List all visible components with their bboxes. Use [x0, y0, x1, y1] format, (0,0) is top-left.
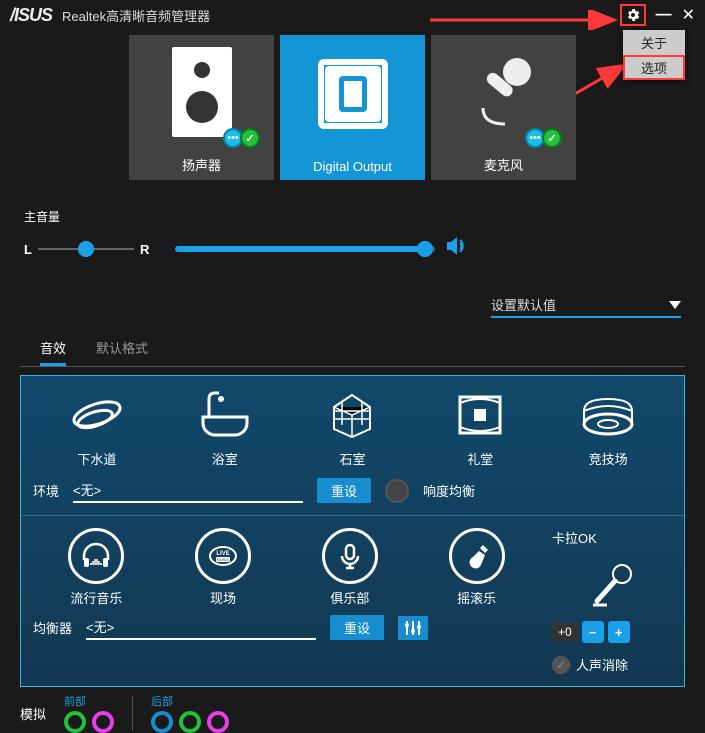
- check-icon: ✓: [240, 128, 260, 148]
- rear-port-blue[interactable]: [151, 711, 173, 733]
- hall-icon: [450, 388, 510, 443]
- env-stone-room[interactable]: 石室: [289, 388, 417, 468]
- env-item-label: 石室: [339, 449, 365, 468]
- eq-rock[interactable]: 摇滚乐: [413, 528, 540, 607]
- balance-slider[interactable]: [38, 248, 134, 250]
- digital-output-icon: [318, 59, 388, 129]
- eq-item-label: 摇滚乐: [457, 588, 496, 607]
- divider: [132, 696, 133, 730]
- sewer-icon: [67, 388, 127, 443]
- env-item-label: 竞技场: [589, 449, 628, 468]
- gear-icon: [625, 7, 641, 23]
- voice-cancel-label: 人声消除: [576, 655, 628, 674]
- eq-live[interactable]: LIVEMUSIC 现场: [160, 528, 287, 607]
- equalizer-dropdown[interactable]: <无>: [86, 615, 316, 640]
- env-dropdown-value: <无>: [73, 480, 101, 499]
- balance-left-label: L: [24, 242, 32, 257]
- front-ports-label: 前部: [64, 693, 114, 709]
- balance-right-label: R: [140, 242, 149, 257]
- rear-port-pink[interactable]: [207, 711, 229, 733]
- live-icon: LIVEMUSIC: [195, 528, 251, 584]
- env-item-label: 浴室: [212, 449, 238, 468]
- guitar-icon: [449, 528, 505, 584]
- equalizer-label: 均衡器: [33, 618, 72, 637]
- microphone-icon: [469, 52, 539, 132]
- tab-effects[interactable]: 音效: [40, 338, 66, 366]
- env-arena[interactable]: 竞技场: [544, 388, 672, 468]
- arena-icon: [578, 388, 638, 443]
- env-reset-button[interactable]: 重设: [317, 478, 371, 503]
- device-speakers[interactable]: ••• ✓ 扬声器: [129, 35, 274, 180]
- minimize-button[interactable]: —: [656, 6, 672, 24]
- env-sewer[interactable]: 下水道: [33, 388, 161, 468]
- chevron-down-icon: [669, 301, 681, 309]
- menu-options[interactable]: 选项: [623, 55, 685, 80]
- device-digital-output[interactable]: Digital Output: [280, 35, 425, 180]
- bathtub-icon: [195, 388, 255, 443]
- sliders-icon: [404, 620, 422, 636]
- stone-icon: [322, 388, 382, 443]
- device-digital-label: Digital Output: [313, 153, 392, 180]
- close-button[interactable]: ✕: [682, 5, 695, 25]
- speaker-icon: [172, 47, 232, 137]
- rear-ports-label: 后部: [151, 693, 229, 709]
- karaoke-minus-button[interactable]: −: [582, 621, 604, 643]
- voice-cancel-checkbox[interactable]: ✓: [552, 656, 570, 674]
- eq-pop[interactable]: 流行音乐: [33, 528, 160, 607]
- front-port-pink[interactable]: [92, 711, 114, 733]
- front-port-green[interactable]: [64, 711, 86, 733]
- settings-menu: 关于 选项: [623, 30, 685, 80]
- main-volume-label: 主音量: [24, 208, 684, 225]
- svg-text:MUSIC: MUSIC: [217, 557, 230, 562]
- karaoke-plus-button[interactable]: +: [608, 621, 630, 643]
- env-bathroom[interactable]: 浴室: [161, 388, 289, 468]
- environment-dropdown[interactable]: <无>: [73, 478, 303, 503]
- analog-label: 模拟: [20, 704, 46, 723]
- default-settings-dropdown[interactable]: 设置默认值: [491, 293, 681, 318]
- asus-logo: /ISUS: [10, 5, 52, 26]
- volume-slider[interactable]: [175, 246, 435, 252]
- environment-label: 环境: [33, 481, 59, 500]
- default-settings-label: 设置默认值: [491, 295, 556, 314]
- settings-button[interactable]: [620, 4, 646, 26]
- eq-item-label: 俱乐部: [330, 588, 369, 607]
- volume-icon[interactable]: [445, 235, 469, 263]
- env-hall[interactable]: 礼堂: [416, 388, 544, 468]
- env-item-label: 礼堂: [467, 449, 493, 468]
- eq-reset-button[interactable]: 重设: [330, 615, 384, 640]
- eq-club[interactable]: 俱乐部: [287, 528, 414, 607]
- app-title: Realtek高清晰音频管理器: [62, 6, 210, 25]
- karaoke-mic-icon: [587, 559, 637, 609]
- eq-sliders-button[interactable]: [398, 616, 428, 640]
- device-speakers-label: 扬声器: [182, 149, 221, 180]
- env-item-label: 下水道: [77, 449, 116, 468]
- rear-port-green[interactable]: [179, 711, 201, 733]
- eq-item-label: 现场: [210, 588, 236, 607]
- device-mic-label: 麦克风: [484, 149, 523, 180]
- headphone-icon: [68, 528, 124, 584]
- eq-dropdown-value: <无>: [86, 617, 114, 636]
- karaoke-title: 卡拉OK: [552, 528, 672, 547]
- club-mic-icon: [322, 528, 378, 584]
- tab-format[interactable]: 默认格式: [96, 338, 148, 366]
- menu-about[interactable]: 关于: [623, 30, 685, 55]
- loudness-toggle[interactable]: [385, 479, 409, 503]
- karaoke-value: +0: [552, 623, 578, 641]
- device-microphone[interactable]: ••• ✓ 麦克风: [431, 35, 576, 180]
- loudness-label: 响度均衡: [423, 481, 475, 500]
- eq-item-label: 流行音乐: [70, 588, 122, 607]
- check-icon: ✓: [542, 128, 562, 148]
